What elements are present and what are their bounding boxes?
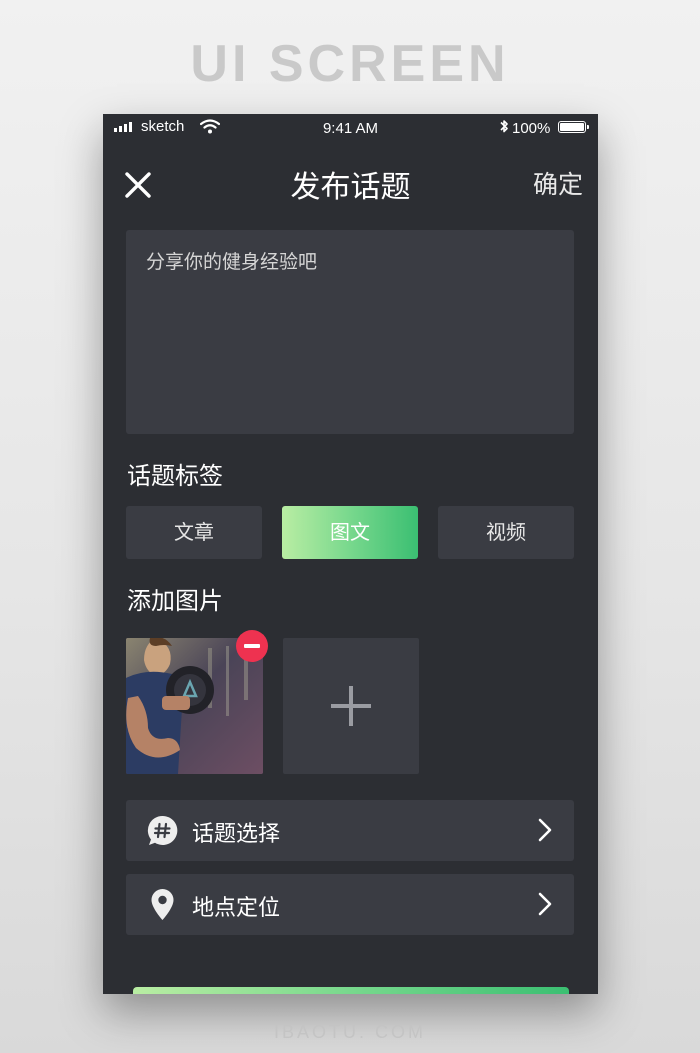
topic-tag-group: 文章 图文 视频 <box>126 506 574 559</box>
publish-button[interactable] <box>133 987 569 994</box>
battery-percent: 100% <box>512 120 551 137</box>
tag-video[interactable]: 视频 <box>438 506 574 559</box>
banner-title: UI SCREEN <box>190 35 510 93</box>
tag-image-text[interactable]: 图文 <box>282 506 418 559</box>
photos-section-title: 添加图片 <box>127 587 223 615</box>
topic-select-row[interactable]: 话题选择 <box>126 800 574 861</box>
location-label: 地点定位 <box>192 896 281 921</box>
post-content-input[interactable] <box>126 230 574 434</box>
tags-section-title: 话题标签 <box>127 462 223 490</box>
chevron-right-icon <box>538 892 552 916</box>
bluetooth-icon <box>500 120 508 133</box>
footer-watermark-text: IBAOTU. COM <box>273 1022 426 1042</box>
status-bar: sketch 9:41 AM 100% <box>103 114 598 142</box>
topic-select-label: 话题选择 <box>192 822 281 847</box>
hashtag-bubble-icon <box>147 815 178 845</box>
remove-photo-button[interactable] <box>236 630 268 662</box>
location-row[interactable]: 地点定位 <box>126 874 574 935</box>
battery-icon <box>558 121 589 133</box>
add-photo-button[interactable] <box>283 638 419 774</box>
phone-screen: sketch 9:41 AM 100% 发布话题 确定 话题标签 文章 图文 视… <box>103 114 598 994</box>
chevron-right-icon <box>538 818 552 842</box>
location-pin-icon <box>151 889 174 920</box>
confirm-button[interactable]: 确定 <box>503 165 583 201</box>
tag-article[interactable]: 文章 <box>126 506 262 559</box>
